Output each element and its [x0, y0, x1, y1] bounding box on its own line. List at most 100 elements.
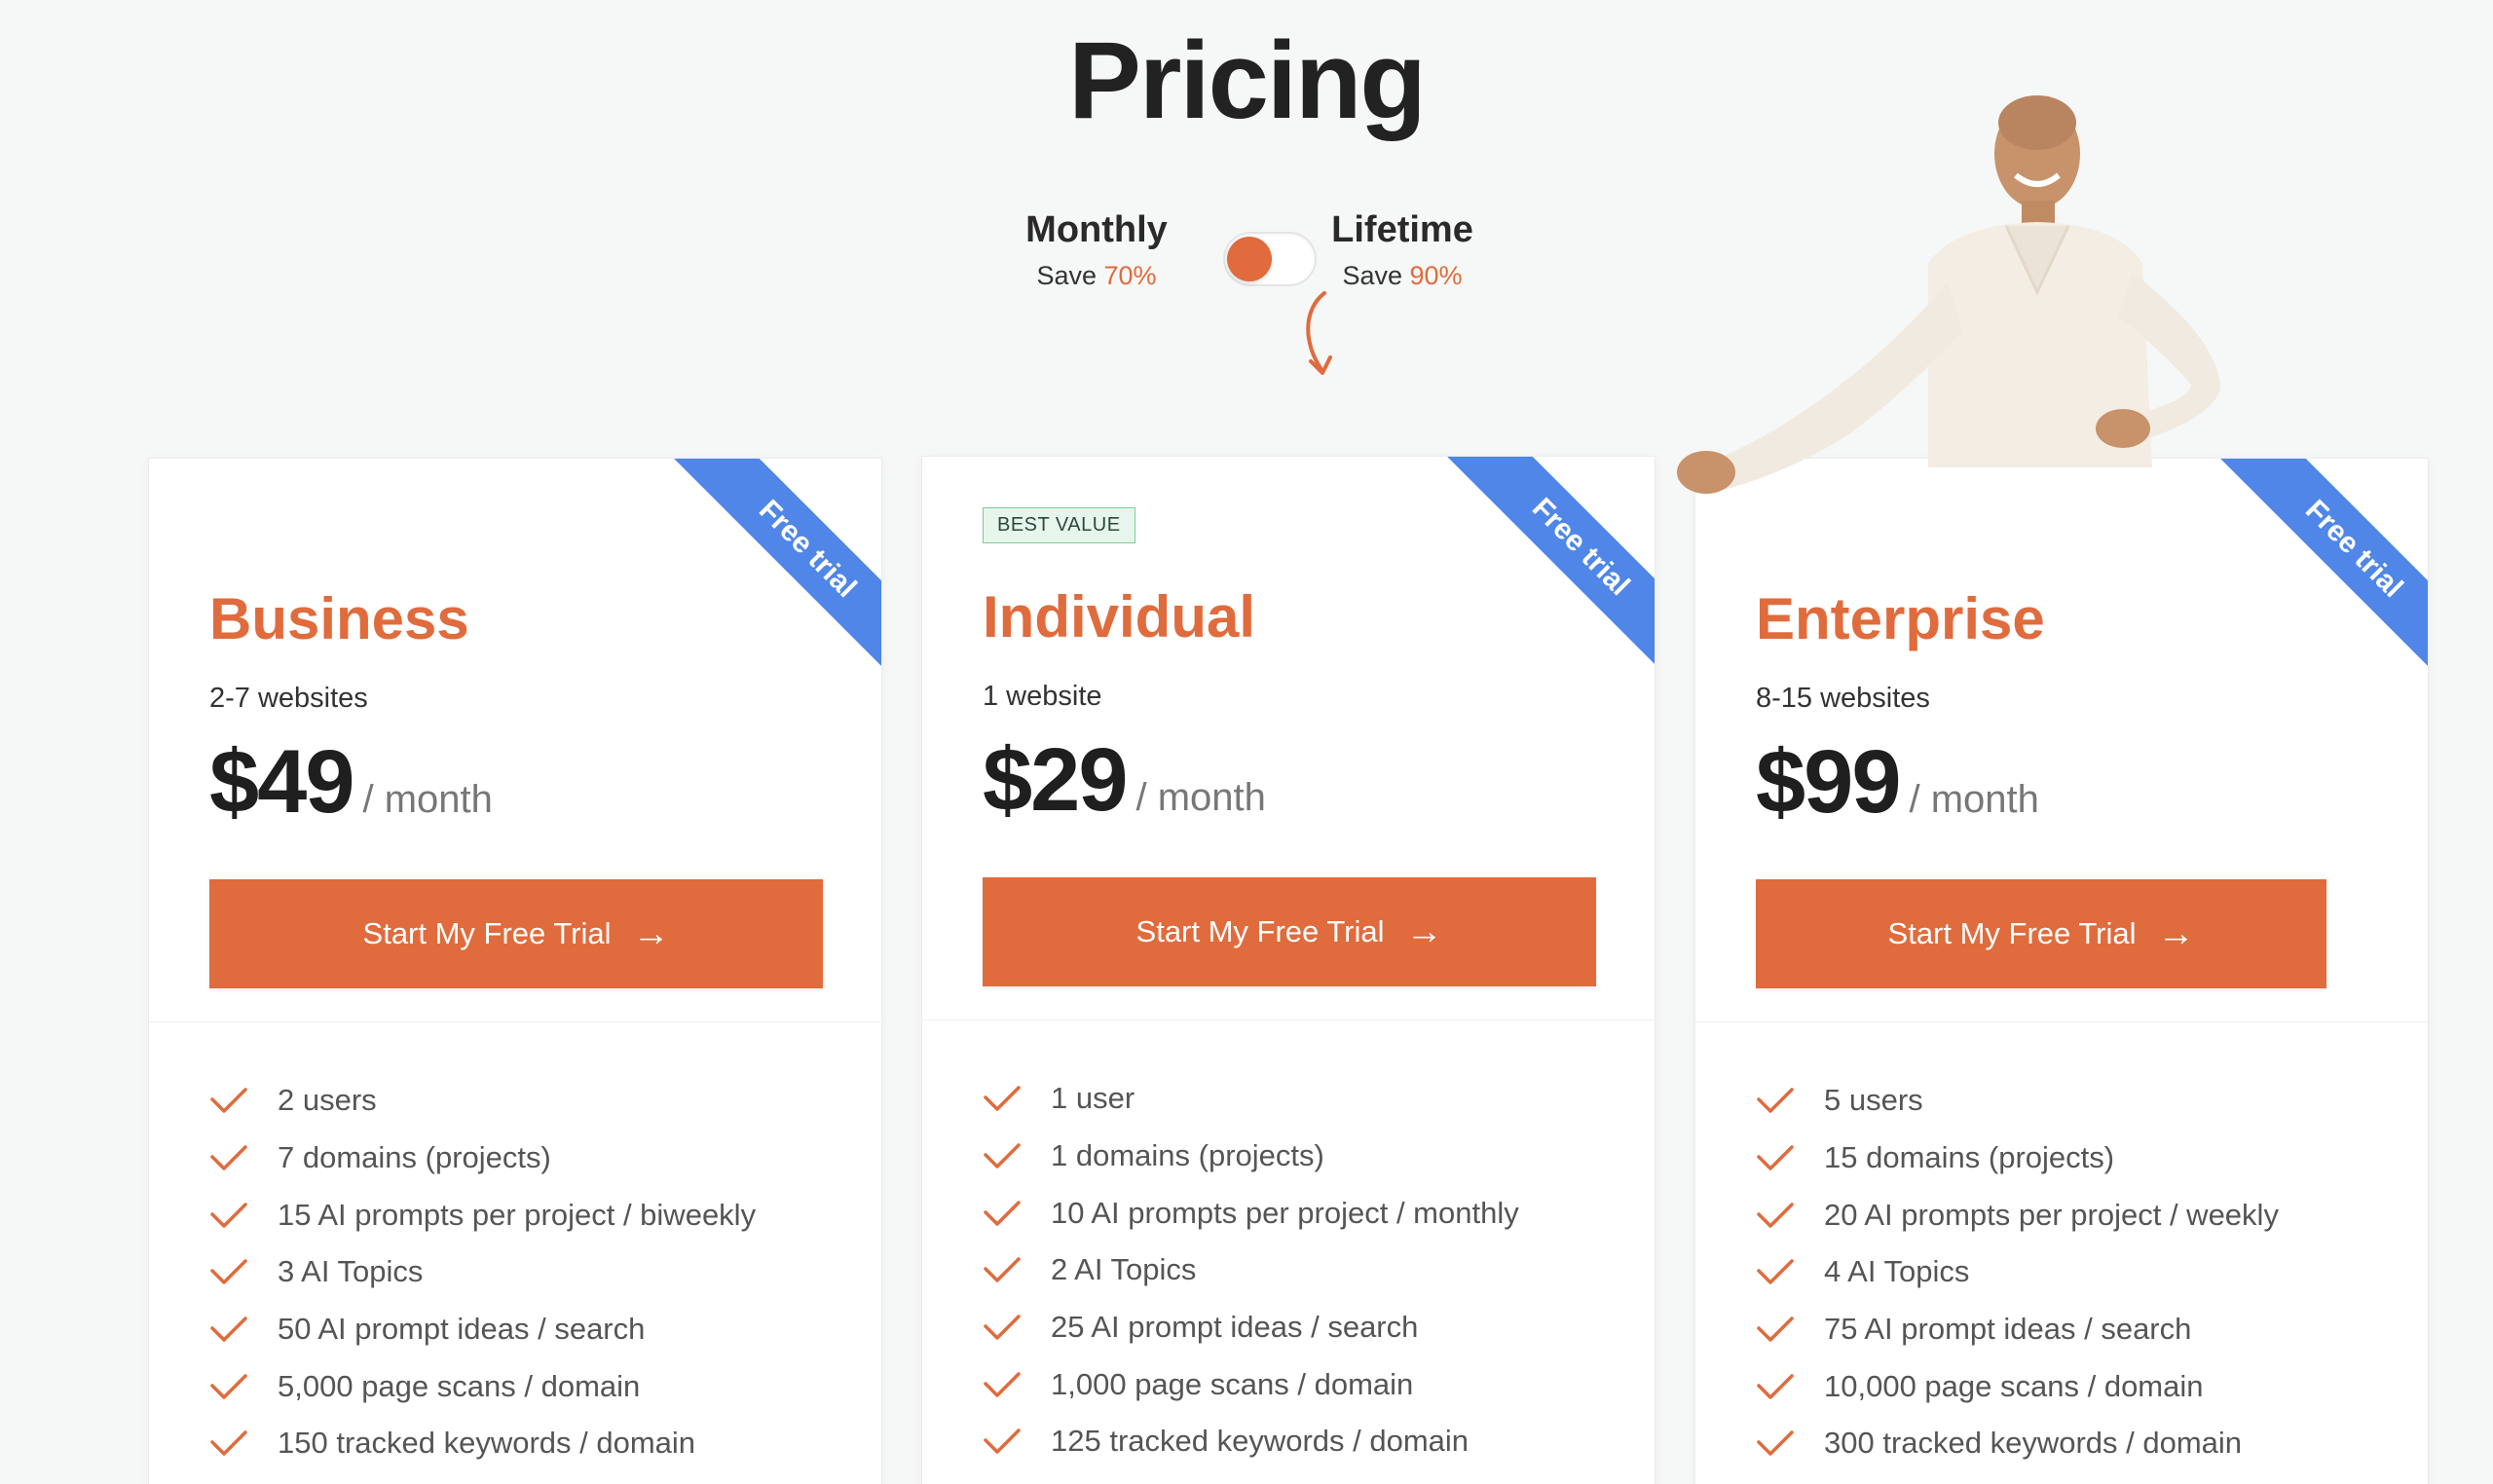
feature-text: 300 tracked keywords / domain	[1824, 1426, 2243, 1461]
feature-item: 300 tracked keywords / domain	[1756, 1415, 2279, 1472]
feature-item: 10,000 page scans / domain	[1756, 1357, 2279, 1415]
checkmark-icon	[1757, 1374, 1794, 1399]
plan-price: $99/ month	[1756, 731, 2039, 834]
checkmark-icon	[1757, 1317, 1794, 1342]
plan-card-business: Free trial Business 2-7 websites $49/ mo…	[148, 458, 882, 1484]
feature-text: 25 AI prompt ideas / search	[1051, 1310, 1419, 1345]
checkmark-icon	[984, 1143, 1021, 1169]
billing-lifetime-label: Lifetime	[1331, 209, 1473, 250]
feature-text: 125 tracked keywords / domain	[1051, 1424, 1470, 1459]
feature-item: 3 AI Topics	[209, 1243, 756, 1301]
cta-label: Start My Free Trial	[362, 916, 612, 950]
feature-text: 75 AI prompt ideas / search	[1824, 1312, 2192, 1347]
billing-monthly-save: Save 70%	[999, 261, 1194, 291]
feature-item: 10 AI prompts per project / monthly	[983, 1184, 1519, 1242]
checkmark-icon	[1757, 1145, 1794, 1170]
feature-text: 150 tracked keywords / domain	[278, 1426, 696, 1461]
ribbon: Free trial	[648, 459, 881, 692]
presenter-photo	[1677, 95, 2220, 495]
feature-item: 5 users	[1756, 1072, 2279, 1130]
feature-text: 5 users	[1824, 1083, 1923, 1118]
feature-text: 15 AI prompts per project / biweekly	[278, 1197, 757, 1232]
start-free-trial-button[interactable]: Start My Free Trial →	[1756, 879, 2326, 988]
checkmark-icon	[210, 1259, 247, 1285]
feature-item: 25 AI prompt ideas / search	[983, 1299, 1519, 1356]
feature-item: 20 AI prompts per project / weekly	[1756, 1186, 2279, 1243]
save-percent: 90%	[1409, 261, 1463, 290]
feature-item: 50 AI prompt ideas / search	[209, 1301, 756, 1358]
feature-item: 75 AI prompt ideas / search	[1756, 1301, 2279, 1358]
plan-card-individual: Free trial BEST VALUE Individual 1 websi…	[921, 456, 1656, 1484]
start-free-trial-button[interactable]: Start My Free Trial →	[209, 879, 823, 988]
feature-text: 10 AI prompts per project / monthly	[1051, 1195, 1519, 1230]
feature-text: 7 domains (projects)	[278, 1140, 551, 1175]
arrow-right-icon: →	[1405, 911, 1443, 952]
feature-item: 15 domains (projects)	[1756, 1130, 2279, 1187]
plan-websites: 8-15 websites	[1756, 683, 1930, 714]
checkmark-icon	[984, 1086, 1021, 1112]
plan-card-enterprise: Free trial Enterprise 8-15 websites $99/…	[1694, 458, 2429, 1484]
feature-text: 1,000 page scans / domain	[1051, 1366, 1414, 1401]
feature-text: 2 users	[278, 1083, 377, 1118]
billing-option-lifetime[interactable]: Lifetime Save 90%	[1305, 209, 1500, 291]
price-amount: $29	[983, 730, 1128, 830]
feature-text: 10,000 page scans / domain	[1824, 1368, 2204, 1403]
plan-websites: 1 website	[983, 681, 1102, 712]
feature-item: 4 AI Topics	[1756, 1243, 2279, 1301]
curved-arrow-icon	[1306, 291, 1332, 375]
divider	[149, 1021, 881, 1022]
checkmark-icon	[984, 1315, 1021, 1340]
checkmark-icon	[1757, 1202, 1794, 1228]
billing-monthly-label: Monthly	[1025, 209, 1168, 250]
price-period: / month	[362, 778, 493, 821]
feature-item: 1 user	[983, 1070, 1519, 1128]
checkmark-icon	[210, 1374, 247, 1399]
feature-item: 1,000 page scans / domain	[983, 1355, 1519, 1413]
plan-name: Business	[209, 586, 469, 651]
price-period: / month	[1135, 776, 1266, 819]
feature-list: 2 users 7 domains (projects) 15 AI prompts…	[209, 1072, 756, 1472]
plan-name: Individual	[983, 584, 1256, 649]
checkmark-icon	[984, 1372, 1021, 1397]
feature-text: 20 AI prompts per project / weekly	[1824, 1197, 2279, 1232]
plan-websites: 2-7 websites	[209, 683, 368, 714]
arrow-right-icon: →	[2157, 913, 2195, 954]
best-value-badge: BEST VALUE	[983, 507, 1135, 543]
plan-price: $29/ month	[983, 729, 1266, 832]
free-trial-ribbon: Free trial	[1441, 457, 1655, 686]
free-trial-ribbon: Free trial	[668, 459, 881, 688]
plan-price: $49/ month	[209, 731, 493, 834]
cta-label: Start My Free Trial	[1135, 914, 1385, 948]
billing-option-monthly[interactable]: Monthly Save 70%	[999, 209, 1194, 291]
price-amount: $49	[209, 732, 354, 832]
toggle-knob	[1227, 237, 1272, 281]
checkmark-icon	[1757, 1088, 1794, 1114]
feature-text: 3 AI Topics	[278, 1254, 424, 1289]
checkmark-icon	[210, 1430, 247, 1457]
checkmark-icon	[210, 1145, 247, 1170]
divider	[1695, 1021, 2428, 1022]
feature-list: 5 users 15 domains (projects) 20 AI prompt…	[1756, 1072, 2279, 1472]
ribbon: Free trial	[1421, 457, 1655, 690]
arrow-right-icon: →	[632, 913, 670, 954]
feature-text: 5,000 page scans / domain	[278, 1368, 641, 1403]
checkmark-icon	[984, 1200, 1021, 1226]
price-amount: $99	[1756, 732, 1901, 832]
feature-item: 7 domains (projects)	[209, 1130, 756, 1187]
feature-text: 50 AI prompt ideas / search	[278, 1312, 646, 1347]
save-prefix: Save	[1036, 261, 1097, 290]
plan-name: Enterprise	[1756, 586, 2045, 651]
checkmark-icon	[210, 1202, 247, 1228]
checkmark-icon	[984, 1428, 1021, 1455]
feature-item: 125 tracked keywords / domain	[983, 1413, 1519, 1470]
feature-text: 2 AI Topics	[1051, 1252, 1197, 1287]
feature-text: 1 domains (projects)	[1051, 1138, 1324, 1173]
pricing-page: Pricing Monthly Save 70% Lifetime Save 9…	[0, 0, 2493, 1484]
start-free-trial-button[interactable]: Start My Free Trial →	[983, 877, 1596, 986]
save-percent: 70%	[1103, 261, 1157, 290]
checkmark-icon	[984, 1257, 1021, 1283]
feature-item: 15 AI prompts per project / biweekly	[209, 1186, 756, 1243]
cta-label: Start My Free Trial	[1887, 916, 2137, 950]
billing-toggle-switch[interactable]	[1223, 232, 1317, 286]
feature-text: 15 domains (projects)	[1824, 1140, 2115, 1175]
